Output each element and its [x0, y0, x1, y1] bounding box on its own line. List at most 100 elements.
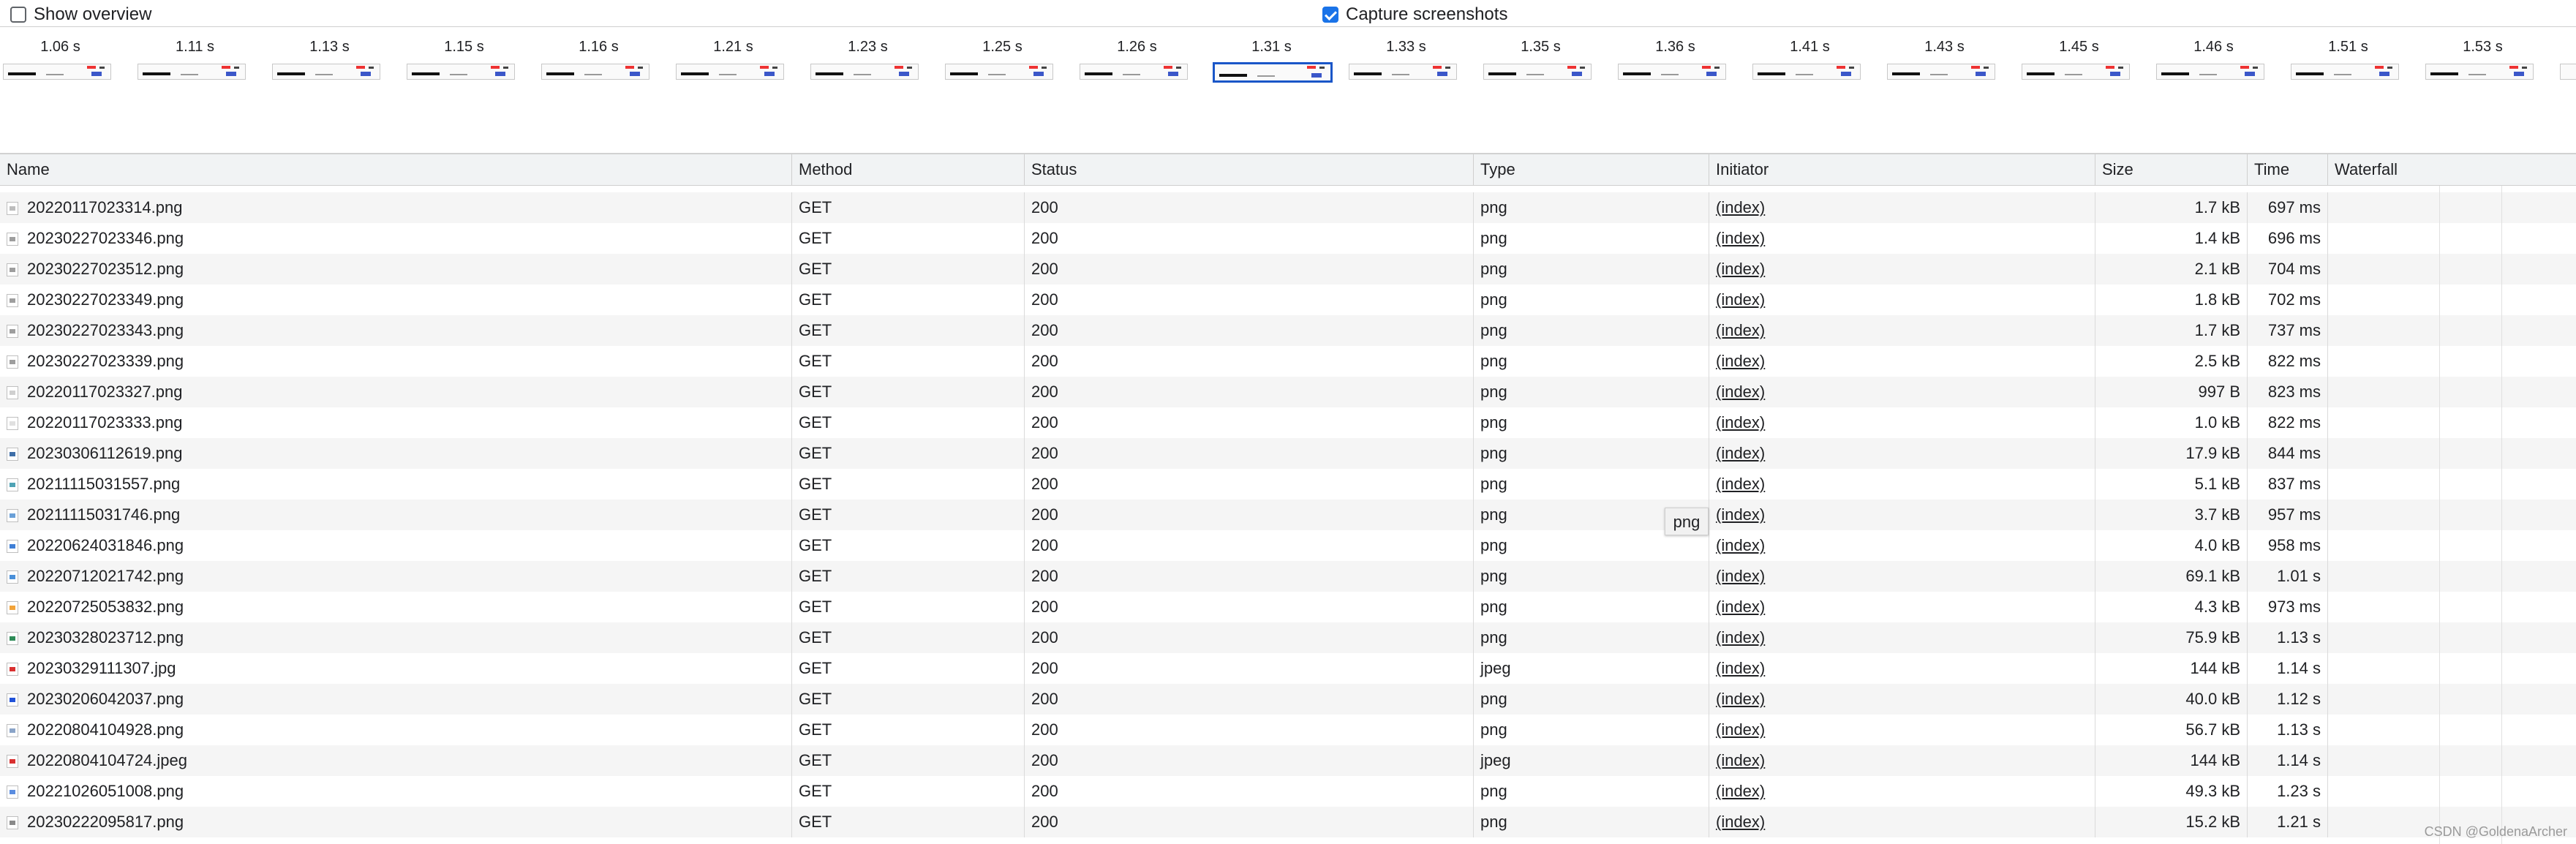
cell-initiator[interactable]: (index)	[1709, 192, 2095, 223]
request-name[interactable]: 20220804104724.jpeg	[27, 751, 187, 769]
table-row[interactable]: 20211115031557.png GET 200 png (index) 5.1 kB…	[0, 469, 2576, 500]
request-name[interactable]: 20220117023333.png	[27, 413, 182, 432]
column-header-time[interactable]: Time	[2248, 154, 2328, 185]
capture-screenshots-checkbox-box[interactable]	[1322, 7, 1338, 23]
filmstrip-frame[interactable]: 1.41 s	[1750, 27, 1870, 88]
request-name[interactable]: 20230227023339.png	[27, 352, 184, 370]
table-row[interactable]: 20221026051008.png GET 200 png (index) 49.3 k…	[0, 776, 2576, 807]
request-name[interactable]: 20220725053832.png	[27, 598, 184, 616]
cell-initiator[interactable]: (index)	[1709, 407, 2095, 438]
request-name[interactable]: 20220117023314.png	[27, 198, 182, 216]
column-header-status[interactable]: Status	[1025, 154, 1474, 185]
cell-initiator[interactable]: (index)	[1709, 592, 2095, 622]
cell-initiator[interactable]: (index)	[1709, 285, 2095, 315]
cell-initiator[interactable]: (index)	[1709, 561, 2095, 592]
table-row[interactable]: 20220624031846.png GET 200 png (index) 4.0 kB…	[0, 530, 2576, 561]
filmstrip-thumbnail[interactable]	[1752, 64, 1861, 80]
table-row[interactable]: 20220117023314.png GET 200 png (index) 1.7 kB…	[0, 192, 2576, 223]
table-row[interactable]: 20220117023333.png GET 200 png (index) 1.0 kB…	[0, 407, 2576, 438]
request-name[interactable]: 20230329111307.jpg	[27, 659, 176, 677]
table-row[interactable]: 20230328023712.png GET 200 png (index) 75.9 k…	[0, 622, 2576, 653]
cell-initiator[interactable]: (index)	[1709, 653, 2095, 684]
table-row[interactable]: 20220712021742.png GET 200 png (index) 69.1 k…	[0, 561, 2576, 592]
filmstrip-frame[interactable]: 1.46 s	[2153, 27, 2274, 88]
filmstrip-thumbnail[interactable]	[138, 64, 246, 80]
table-row[interactable]: 20220804104724.jpeg GET 200 jpeg (index) 144 …	[0, 745, 2576, 776]
cell-initiator[interactable]: (index)	[1709, 377, 2095, 407]
request-name[interactable]: 20230306112619.png	[27, 444, 182, 462]
filmstrip-thumbnail[interactable]	[810, 64, 919, 80]
table-row[interactable]: 20230329111307.jpg GET 200 jpeg (index) 144 k…	[0, 653, 2576, 684]
request-name[interactable]: 20230227023346.png	[27, 229, 184, 247]
filmstrip-thumbnail[interactable]	[272, 64, 380, 80]
filmstrip-thumbnail[interactable]	[1483, 64, 1592, 80]
filmstrip-thumbnail[interactable]	[2560, 64, 2576, 80]
capture-screenshots-checkbox[interactable]: Capture screenshots	[1322, 4, 1507, 25]
show-overview-checkbox[interactable]: Show overview	[10, 4, 151, 25]
filmstrip-frame[interactable]: 1.06 s	[0, 27, 121, 88]
request-name[interactable]: 20230227023512.png	[27, 260, 184, 278]
request-name[interactable]: 20211115031557.png	[27, 475, 180, 493]
filmstrip-thumbnail[interactable]	[1213, 62, 1333, 83]
filmstrip-frame[interactable]: 1.31 s	[1211, 27, 1333, 88]
filmstrip-frame[interactable]: 1.45 s	[2019, 27, 2139, 88]
filmstrip-frame[interactable]: 1.36 s	[1615, 27, 1736, 88]
filmstrip-frame[interactable]: 1.23 s	[807, 27, 928, 88]
filmstrip-thumbnail[interactable]	[2022, 64, 2130, 80]
filmstrip-frame[interactable]: 1.11 s	[135, 27, 255, 88]
table-row[interactable]: 20220117023327.png GET 200 png (index) 997 B8…	[0, 377, 2576, 407]
cell-initiator[interactable]: (index)	[1709, 223, 2095, 254]
request-name[interactable]: 20221026051008.png	[27, 782, 184, 800]
request-name[interactable]: 20230222095817.png	[27, 813, 184, 831]
filmstrip-frame[interactable]: 1.33 s	[1346, 27, 1466, 88]
show-overview-checkbox-box[interactable]	[10, 7, 26, 23]
cell-initiator[interactable]: (index)	[1709, 469, 2095, 500]
table-row[interactable]: 20230227023512.png GET 200 png (index) 2.1 kB…	[0, 254, 2576, 285]
filmstrip-thumbnail[interactable]	[3, 64, 111, 80]
filmstrip-thumbnail[interactable]	[1887, 64, 1995, 80]
filmstrip-thumbnail[interactable]	[1349, 64, 1457, 80]
filmstrip-frame[interactable]: 1.53 s	[2422, 27, 2543, 88]
cell-initiator[interactable]: (index)	[1709, 254, 2095, 285]
request-name[interactable]: 20220117023327.png	[27, 383, 182, 401]
filmstrip-frame[interactable]: 1.13 s	[269, 27, 390, 88]
column-header-size[interactable]: Size	[2095, 154, 2248, 185]
cell-initiator[interactable]: (index)	[1709, 346, 2095, 377]
column-header-waterfall[interactable]: Waterfall	[2328, 154, 2576, 185]
filmstrip-frame[interactable]: 1.43 s	[1884, 27, 2005, 88]
filmstrip-frame-partial[interactable]	[2557, 27, 2576, 88]
filmstrip-thumbnail[interactable]	[2156, 64, 2264, 80]
filmstrip-thumbnail[interactable]	[945, 64, 1053, 80]
table-row[interactable]: 20230227023343.png GET 200 png (index) 1.7 kB…	[0, 315, 2576, 346]
table-row[interactable]: 20220725053832.png GET 200 png (index) 4.3 kB…	[0, 592, 2576, 622]
filmstrip-thumbnail[interactable]	[1618, 64, 1726, 80]
filmstrip-thumbnail[interactable]	[1080, 64, 1188, 80]
filmstrip-frame[interactable]: 1.21 s	[673, 27, 794, 88]
cell-initiator[interactable]: (index)	[1709, 438, 2095, 469]
table-row[interactable]: 20211115031746.png GET 200 png (index) 3.7 kB…	[0, 500, 2576, 530]
table-row[interactable]: 20230227023339.png GET 200 png (index) 2.5 kB…	[0, 346, 2576, 377]
filmstrip-thumbnail[interactable]	[407, 64, 515, 80]
column-header-type[interactable]: Type	[1474, 154, 1709, 185]
filmstrip-frame[interactable]: 1.35 s	[1480, 27, 1601, 88]
filmstrip-frame[interactable]: 1.15 s	[404, 27, 524, 88]
request-name[interactable]: 20211115031746.png	[27, 505, 180, 524]
column-header-initiator[interactable]: Initiator	[1709, 154, 2095, 185]
request-name[interactable]: 20230206042037.png	[27, 690, 184, 708]
column-header-method[interactable]: Method	[792, 154, 1025, 185]
request-name[interactable]: 20230328023712.png	[27, 628, 184, 647]
cell-initiator[interactable]: (index)	[1709, 807, 2095, 837]
cell-initiator[interactable]: (index)	[1709, 684, 2095, 715]
table-row[interactable]: 20230227023346.png GET 200 png (index) 1.4 kB…	[0, 223, 2576, 254]
table-row[interactable]: 20230306112619.png GET 200 png (index) 17.9 k…	[0, 438, 2576, 469]
filmstrip-thumbnail[interactable]	[541, 64, 649, 80]
filmstrip-thumbnail[interactable]	[676, 64, 784, 80]
cell-initiator[interactable]: (index)	[1709, 530, 2095, 561]
cell-initiator[interactable]: (index)	[1709, 315, 2095, 346]
filmstrip-thumbnail[interactable]	[2291, 64, 2399, 80]
request-name[interactable]: 20220624031846.png	[27, 536, 184, 554]
table-row[interactable]: 20220804104928.png GET 200 png (index) 56.7 k…	[0, 715, 2576, 745]
filmstrip-frame[interactable]: 1.51 s	[2288, 27, 2409, 88]
table-row[interactable]: 20230227023349.png GET 200 png (index) 1.8 kB…	[0, 285, 2576, 315]
cell-initiator[interactable]: (index)	[1709, 500, 2095, 530]
